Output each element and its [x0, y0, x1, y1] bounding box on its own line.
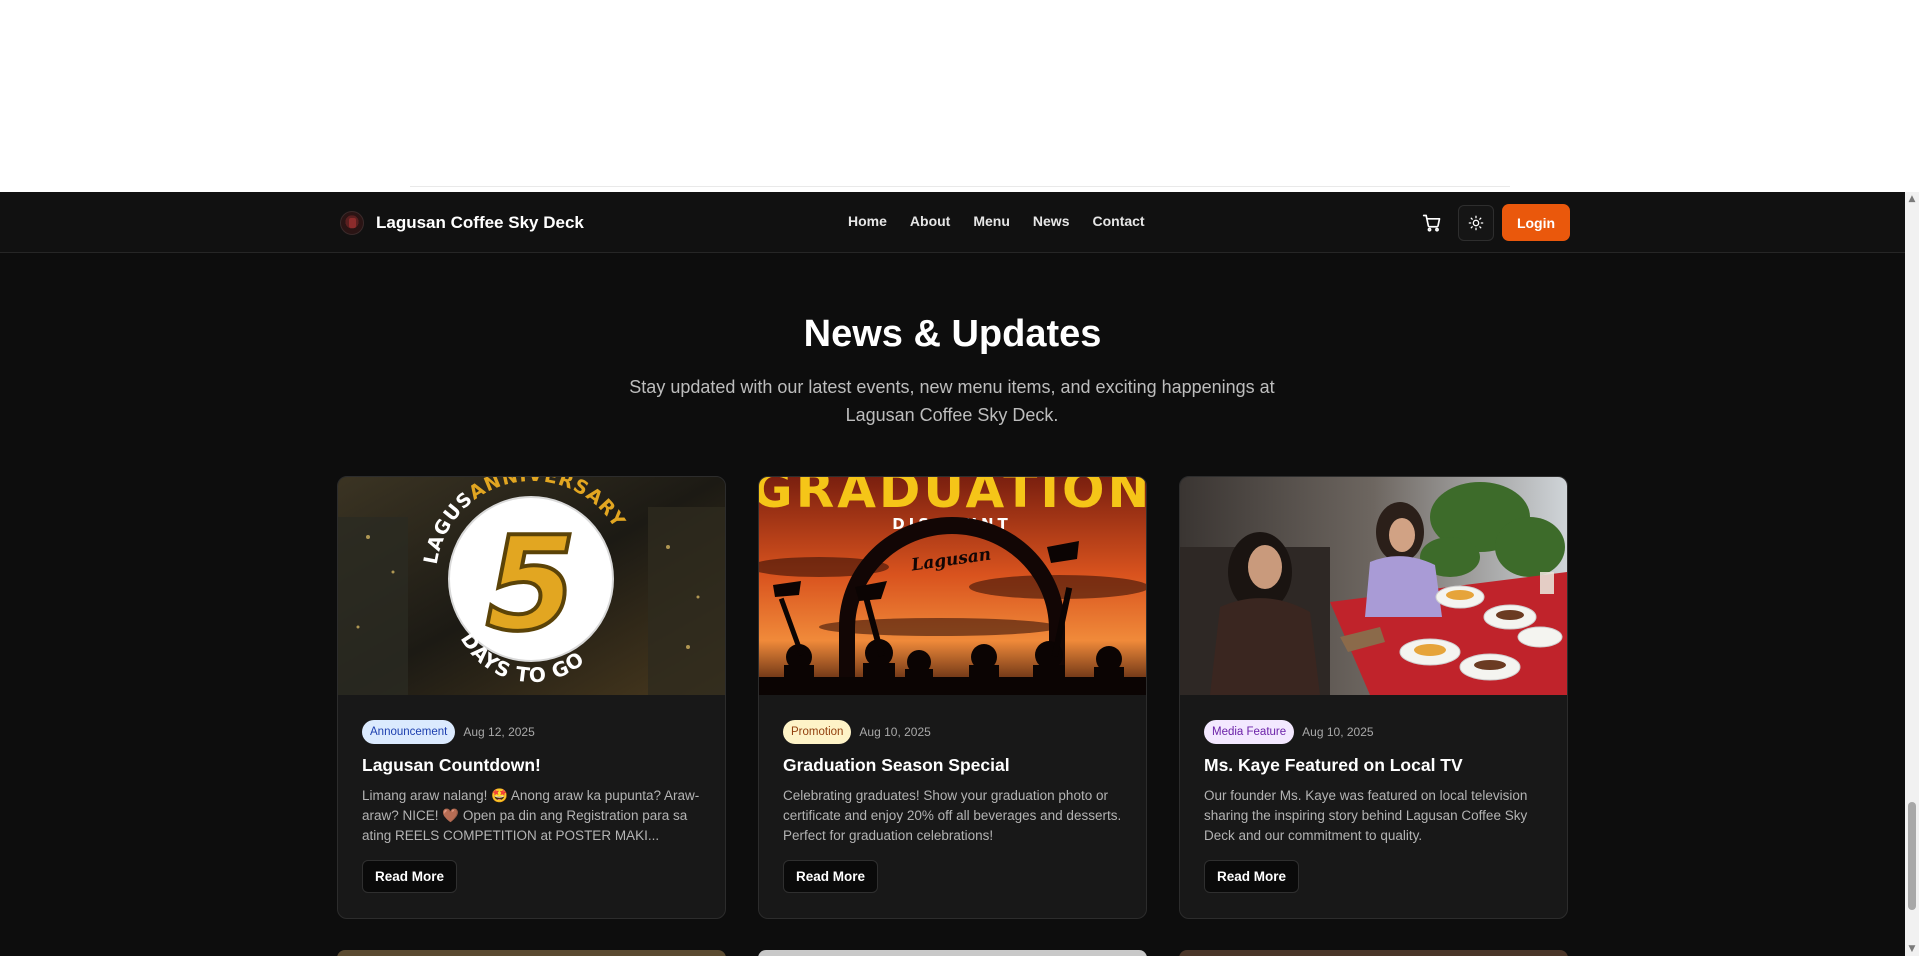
news-card: 5 LAGUSANNIVERSARY DAYS TO GO Announceme…	[337, 476, 726, 919]
section-subtitle: Stay updated with our latest events, new…	[629, 377, 1275, 425]
next-card-peek	[758, 950, 1147, 956]
scrollbar-thumb[interactable]	[1908, 802, 1916, 910]
card-body: Promotion Aug 10, 2025 Graduation Season…	[783, 719, 1123, 893]
news-card: Media Feature Aug 10, 2025 Ms. Kaye Feat…	[1179, 476, 1568, 919]
category-badge: Announcement	[362, 719, 456, 744]
nav-link-contact[interactable]: Contact	[1092, 213, 1144, 229]
nav-links: Home About Menu News Contact	[848, 213, 1168, 229]
read-more-button[interactable]: Read More	[362, 860, 458, 893]
scrollbar[interactable]: ▲ ▼	[1905, 192, 1919, 956]
card-excerpt: Our founder Ms. Kaye was featured on loc…	[1204, 788, 1528, 843]
nav-link-menu[interactable]: Menu	[973, 213, 1010, 229]
card-title: Lagusan Countdown!	[362, 755, 541, 775]
card-meta: Promotion Aug 10, 2025	[783, 719, 1123, 744]
brand-name: Lagusan Coffee Sky Deck	[376, 213, 584, 232]
post-date: Aug 10, 2025	[1302, 724, 1374, 739]
navbar: Lagusan Coffee Sky Deck Home About Menu …	[0, 192, 1905, 253]
brand[interactable]: Lagusan Coffee Sky Deck	[340, 209, 584, 237]
login-button[interactable]: Login	[1502, 204, 1570, 241]
scroll-up-arrow-icon[interactable]: ▲	[1905, 192, 1919, 206]
news-card: GRADUATION DISCOUNT Lagusan	[758, 476, 1147, 919]
anniversary-number: 5	[486, 508, 576, 660]
next-card-peek	[1179, 950, 1568, 956]
card-body: Media Feature Aug 10, 2025 Ms. Kaye Feat…	[1204, 719, 1544, 893]
card-meta: Media Feature Aug 10, 2025	[1204, 719, 1544, 744]
card-excerpt: Limang araw nalang! 🤩 Anong araw ka pupu…	[362, 788, 700, 843]
post-date: Aug 10, 2025	[859, 724, 931, 739]
sun-icon	[1468, 215, 1484, 230]
theme-toggle-button[interactable]	[1458, 204, 1494, 241]
nav-link-about[interactable]: About	[910, 213, 950, 229]
news-image-anniversary: 5 LAGUSANNIVERSARY DAYS TO GO	[338, 477, 725, 695]
card-excerpt: Celebrating graduates! Show your graduat…	[783, 788, 1122, 843]
page: Lagusan Coffee Sky Deck Home About Menu …	[0, 0, 1919, 956]
brand-logo	[340, 211, 364, 235]
divider	[410, 186, 1510, 187]
read-more-button[interactable]: Read More	[783, 860, 879, 893]
cart-button[interactable]	[1414, 205, 1450, 241]
graduation-headline: GRADUATION	[759, 477, 1146, 519]
card-meta: Announcement Aug 12, 2025	[362, 719, 702, 744]
post-date: Aug 12, 2025	[463, 724, 535, 739]
news-image-graduation: GRADUATION DISCOUNT Lagusan	[759, 477, 1146, 695]
news-image-media-feature	[1180, 477, 1567, 695]
nav-actions: Login	[1414, 204, 1570, 241]
card-title: Graduation Season Special	[783, 755, 1010, 775]
category-badge: Promotion	[783, 719, 852, 744]
blank-top-area	[0, 0, 1905, 192]
scroll-down-arrow-icon[interactable]: ▼	[1905, 942, 1919, 956]
next-card-peek	[337, 950, 726, 956]
card-body: Announcement Aug 12, 2025 Lagusan Countd…	[362, 719, 702, 893]
cart-icon	[1422, 214, 1441, 232]
card-title: Ms. Kaye Featured on Local TV	[1204, 755, 1463, 775]
nav-link-home[interactable]: Home	[848, 213, 887, 229]
category-badge: Media Feature	[1204, 719, 1295, 744]
nav-link-news[interactable]: News	[1033, 213, 1070, 229]
section-title: News & Updates	[803, 313, 1102, 355]
read-more-button[interactable]: Read More	[1204, 860, 1300, 893]
